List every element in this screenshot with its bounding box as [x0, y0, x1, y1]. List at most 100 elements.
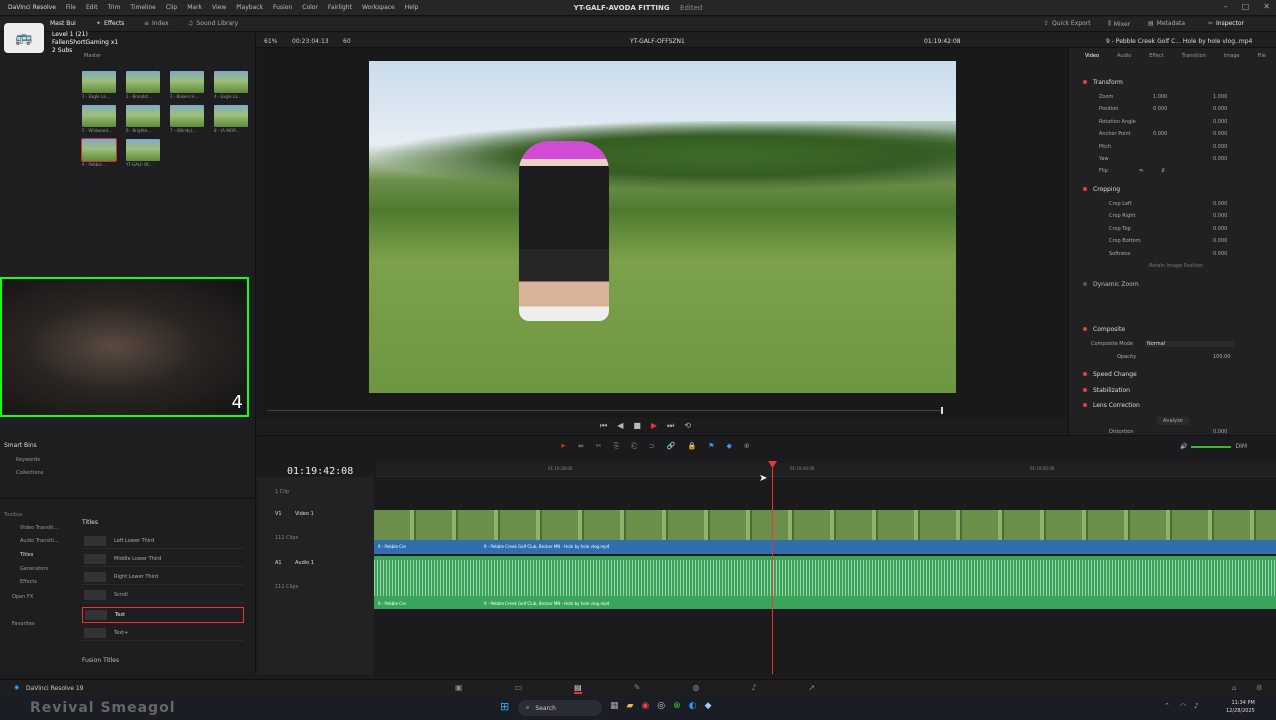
- tab-video[interactable]: Video: [1085, 53, 1099, 59]
- media-clip[interactable]: 6 - Brighte...: [126, 105, 170, 133]
- skip-start-icon[interactable]: ⏮: [600, 421, 607, 431]
- rotation-field[interactable]: 0.000: [1213, 119, 1227, 125]
- speed-change-section[interactable]: Speed Change: [1083, 371, 1137, 378]
- viewer-zoom[interactable]: 61%: [264, 38, 277, 45]
- transform-section[interactable]: Transform: [1083, 79, 1123, 86]
- chrome-icon[interactable]: ◉: [641, 701, 649, 711]
- opacity-field[interactable]: 100.00: [1213, 354, 1231, 360]
- insert-icon[interactable]: ⎘: [614, 442, 620, 451]
- lock-icon[interactable]: 🔒: [687, 442, 696, 451]
- cut-page-icon[interactable]: ▭: [515, 683, 523, 694]
- menu-fusion[interactable]: Fusion: [268, 4, 297, 11]
- minimize-icon[interactable]: –: [1224, 2, 1228, 11]
- composite-mode-select[interactable]: Normal: [1145, 341, 1235, 347]
- open-fx-item[interactable]: Open FX: [12, 594, 33, 600]
- menu-edit[interactable]: Edit: [81, 4, 103, 11]
- crop-right-field[interactable]: 0.000: [1213, 213, 1227, 219]
- trim-tool-icon[interactable]: ⇹: [578, 442, 584, 451]
- color-page-icon[interactable]: ◍: [692, 683, 699, 694]
- mixer-button[interactable]: ⫼ Mixer: [1108, 20, 1130, 28]
- fusion-page-icon[interactable]: ✎: [634, 683, 641, 694]
- title-scroll[interactable]: Scroll: [82, 587, 244, 603]
- video-preview[interactable]: [369, 61, 956, 393]
- marker-icon[interactable]: ◆: [726, 442, 731, 451]
- tab-audio[interactable]: Audio: [1117, 53, 1131, 59]
- collections-bin[interactable]: Collections: [16, 470, 43, 476]
- dim-button[interactable]: DIM: [1235, 443, 1247, 450]
- media-page-icon[interactable]: ▣: [455, 683, 463, 694]
- lens-correction-section[interactable]: Lens Correction: [1083, 402, 1140, 409]
- zoom-x-field[interactable]: 1.000: [1153, 94, 1167, 100]
- app-icon[interactable]: ▦: [610, 701, 619, 711]
- video-transitions-item[interactable]: Video Transiti...: [20, 525, 58, 531]
- wifi-icon[interactable]: ◠: [1180, 702, 1186, 710]
- tab-image[interactable]: Image: [1224, 53, 1240, 59]
- smart-bins-label[interactable]: Smart Bins: [4, 442, 37, 449]
- quick-export-button[interactable]: ⇪ Quick Export: [1044, 20, 1091, 27]
- title-middle-lower-third[interactable]: Middle Lower Third: [82, 551, 244, 567]
- tab-transition[interactable]: Transition: [1182, 53, 1206, 59]
- xbox-icon[interactable]: ⊗: [673, 701, 681, 711]
- zoom-icon[interactable]: ⊕: [744, 442, 750, 451]
- playhead[interactable]: [772, 464, 773, 674]
- tab-file[interactable]: File: [1257, 53, 1265, 59]
- master-bin-label[interactable]: Master: [84, 53, 101, 59]
- enable-dot-icon[interactable]: [1083, 282, 1087, 286]
- volume-slider[interactable]: [1191, 445, 1232, 448]
- flag-icon[interactable]: ⚑: [708, 442, 714, 451]
- anchor-x-field[interactable]: 0.000: [1153, 131, 1167, 137]
- favorites-item[interactable]: Favorites: [12, 621, 35, 627]
- yaw-field[interactable]: 0.000: [1213, 156, 1227, 162]
- menu-trim[interactable]: Trim: [103, 4, 126, 11]
- stop-icon[interactable]: ■: [633, 421, 641, 431]
- generators-item[interactable]: Generators: [20, 566, 48, 572]
- menu-mark[interactable]: Mark: [182, 4, 207, 11]
- composite-section[interactable]: Composite: [1083, 326, 1125, 333]
- metadata-button[interactable]: ▤ Metadata: [1148, 20, 1185, 27]
- title-right-lower-third[interactable]: Right Lower Third: [82, 569, 244, 585]
- clock[interactable]: 11:34 PM 12/28/2025: [1226, 699, 1255, 715]
- menu-timeline[interactable]: Timeline: [125, 4, 161, 11]
- menu-view[interactable]: View: [207, 4, 231, 11]
- cropping-section[interactable]: Cropping: [1083, 186, 1120, 193]
- audio-track-name[interactable]: Audio 1: [295, 560, 314, 566]
- stabilization-section[interactable]: Stabilization: [1083, 387, 1130, 394]
- enable-dot-icon[interactable]: [1083, 403, 1087, 407]
- link-icon[interactable]: 🔗: [667, 442, 676, 451]
- menu-playback[interactable]: Playback: [231, 4, 268, 11]
- media-clip[interactable]: 9 - Pebble ...: [81, 138, 126, 167]
- volume-tray-icon[interactable]: ♪: [1194, 702, 1198, 710]
- menu-workspace[interactable]: Workspace: [357, 4, 400, 11]
- home-icon[interactable]: ⌂: [1232, 684, 1236, 692]
- menu-fairlight[interactable]: Fairlight: [323, 4, 357, 11]
- keywords-bin[interactable]: Keywords: [16, 457, 40, 463]
- video-track-name[interactable]: Video 1: [295, 511, 314, 517]
- folder-icon[interactable]: ▰: [627, 701, 634, 711]
- media-pool-button[interactable]: Mast Bui: [50, 20, 76, 27]
- toolbox-item[interactable]: Toolbox: [4, 512, 23, 518]
- fairlight-page-icon[interactable]: ♪: [751, 683, 756, 694]
- index-button[interactable]: ≡ Index: [144, 20, 169, 27]
- tab-effect[interactable]: Effect: [1149, 53, 1163, 59]
- loop-icon[interactable]: ⟲: [684, 421, 691, 431]
- zoom-y-field[interactable]: 1.000: [1213, 94, 1227, 100]
- softness-field[interactable]: 0.000: [1213, 251, 1227, 257]
- effects-item[interactable]: Effects: [20, 579, 37, 585]
- position-x-field[interactable]: 0.000: [1153, 106, 1167, 112]
- audio-transitions-item[interactable]: Audio Transiti...: [20, 538, 59, 544]
- edit-page-icon[interactable]: ▤: [574, 683, 582, 694]
- anchor-y-field[interactable]: 0.000: [1213, 131, 1227, 137]
- enable-dot-icon[interactable]: [1083, 388, 1087, 392]
- menu-clip[interactable]: Clip: [161, 4, 182, 11]
- enable-dot-icon[interactable]: [1083, 80, 1087, 84]
- media-clip[interactable]: YT-GALF-OF...: [126, 139, 170, 167]
- effects-button[interactable]: ✦ Effects: [96, 20, 124, 27]
- title-text-selected[interactable]: Text: [82, 607, 244, 623]
- media-clip[interactable]: 5 - Wildwood...: [82, 105, 126, 133]
- enable-dot-icon[interactable]: [1083, 187, 1087, 191]
- crop-left-field[interactable]: 0.000: [1213, 201, 1227, 207]
- media-clip[interactable]: 3 - Bakers H...: [170, 71, 214, 99]
- scrubber-handle[interactable]: [941, 407, 943, 414]
- media-clip[interactable]: 7 - (Windy)...: [170, 105, 214, 133]
- menu-file[interactable]: File: [61, 4, 81, 11]
